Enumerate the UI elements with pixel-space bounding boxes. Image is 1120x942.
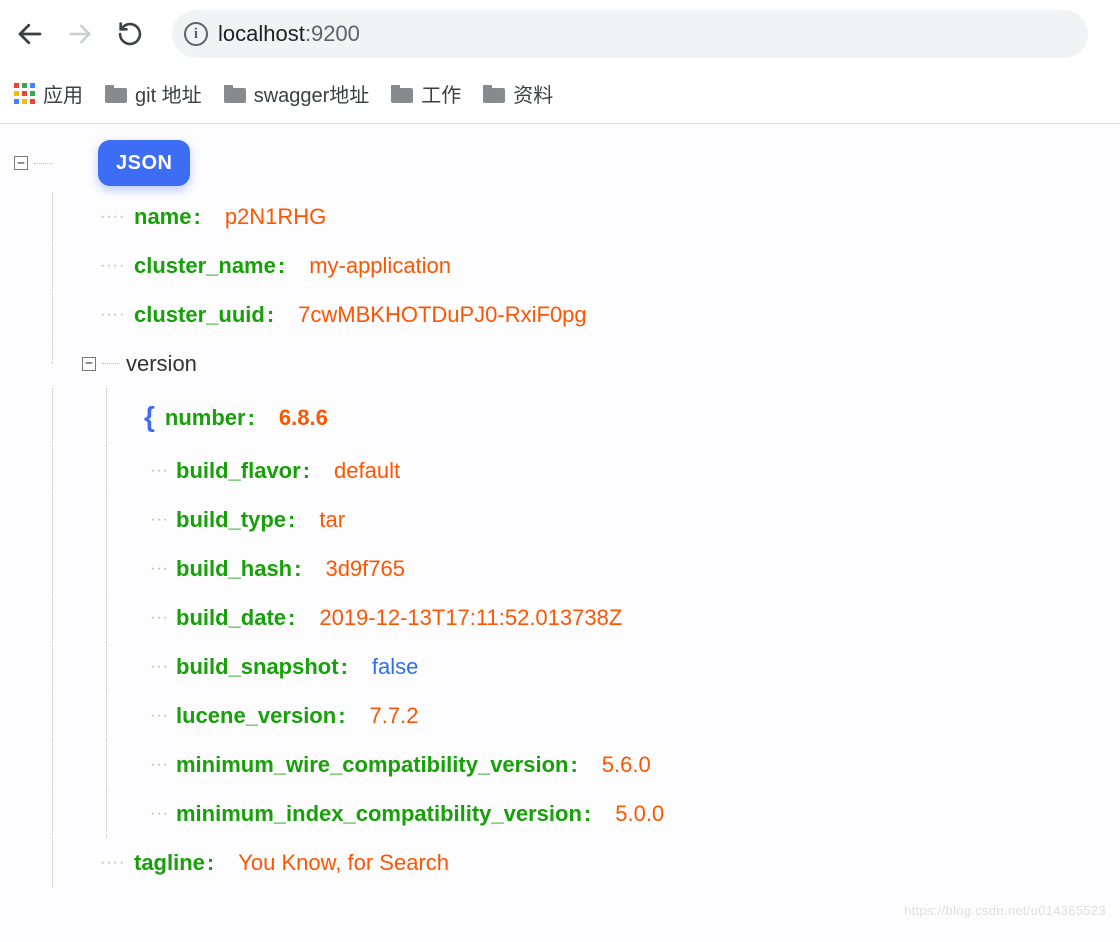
json-row-build-type[interactable]: ··· build_type: tar <box>30 495 1110 544</box>
json-row-build-flavor[interactable]: ··· build_flavor: default <box>30 446 1110 495</box>
json-row-version[interactable]: − version <box>30 339 1110 388</box>
json-row-build-hash[interactable]: ··· build_hash: 3d9f765 <box>30 544 1110 593</box>
folder-icon <box>391 85 413 103</box>
address-bar[interactable]: i localhost:9200 <box>172 10 1088 58</box>
json-tree: ···· name: p2N1RHG ···· cluster_name: my… <box>10 192 1110 887</box>
json-row-min-wire-compat[interactable]: ··· minimum_wire_compatibility_version: … <box>30 740 1110 789</box>
bookmark-folder-git[interactable]: git 地址 <box>105 79 202 108</box>
folder-icon <box>105 85 127 103</box>
json-badge[interactable]: JSON <box>98 140 190 186</box>
url-host: localhost <box>218 21 305 46</box>
json-row-cluster-uuid[interactable]: ···· cluster_uuid: 7cwMBKHOTDuPJ0-RxiF0p… <box>30 290 1110 339</box>
folder-icon <box>224 85 246 103</box>
json-row-build-date[interactable]: ··· build_date: 2019-12-13T17:11:52.0137… <box>30 593 1110 642</box>
bookmark-label: git 地址 <box>135 79 202 108</box>
address-text: localhost:9200 <box>218 21 360 47</box>
apps-label: 应用 <box>43 79 83 108</box>
json-row-min-index-compat[interactable]: ··· minimum_index_compatibility_version:… <box>30 789 1110 838</box>
json-row-lucene-version[interactable]: ··· lucene_version: 7.7.2 <box>30 691 1110 740</box>
watermark: https://blog.csdn.net/u014365523 <box>904 901 1106 921</box>
json-row-name[interactable]: ···· name: p2N1RHG <box>30 192 1110 241</box>
bookmark-folder-swagger[interactable]: swagger地址 <box>224 79 370 108</box>
back-button[interactable] <box>12 16 48 52</box>
reload-button[interactable] <box>112 16 148 52</box>
browser-navbar: i localhost:9200 <box>0 0 1120 68</box>
collapse-root-toggle[interactable]: − <box>14 156 28 170</box>
bookmarks-bar: 应用 git 地址 swagger地址 工作 资料 <box>0 68 1120 124</box>
site-info-icon[interactable]: i <box>184 22 208 46</box>
json-row-number[interactable]: { number: 6.8.6 <box>30 388 1110 446</box>
forward-button[interactable] <box>62 16 98 52</box>
json-row-tagline[interactable]: ···· tagline: You Know, for Search <box>30 838 1110 887</box>
folder-icon <box>483 85 505 103</box>
apps-icon <box>14 83 35 104</box>
json-viewer: − JSON ···· name: p2N1RHG ···· cluster_n… <box>0 124 1120 942</box>
bookmark-label: 资料 <box>513 79 553 108</box>
apps-button[interactable]: 应用 <box>10 79 83 108</box>
url-port: :9200 <box>305 21 360 46</box>
bookmark-folder-work[interactable]: 工作 <box>391 79 461 108</box>
bookmark-folder-resources[interactable]: 资料 <box>483 79 553 108</box>
bookmark-label: 工作 <box>421 79 461 108</box>
bookmark-label: swagger地址 <box>254 79 370 108</box>
json-row-cluster-name[interactable]: ···· cluster_name: my-application <box>30 241 1110 290</box>
collapse-version-toggle[interactable]: − <box>82 357 96 371</box>
json-row-build-snapshot[interactable]: ··· build_snapshot: false <box>30 642 1110 691</box>
